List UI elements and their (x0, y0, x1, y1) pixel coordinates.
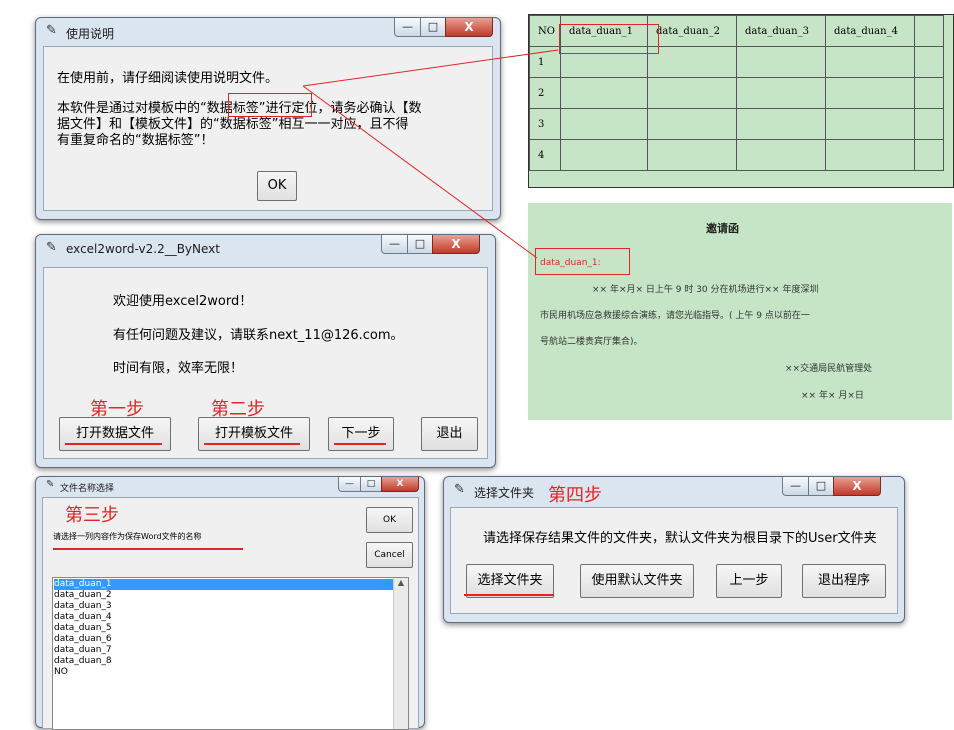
arrow-to-doc-tag (302, 85, 538, 259)
annotation-arrows (302, 49, 559, 259)
arrow-to-table-header (302, 49, 559, 87)
